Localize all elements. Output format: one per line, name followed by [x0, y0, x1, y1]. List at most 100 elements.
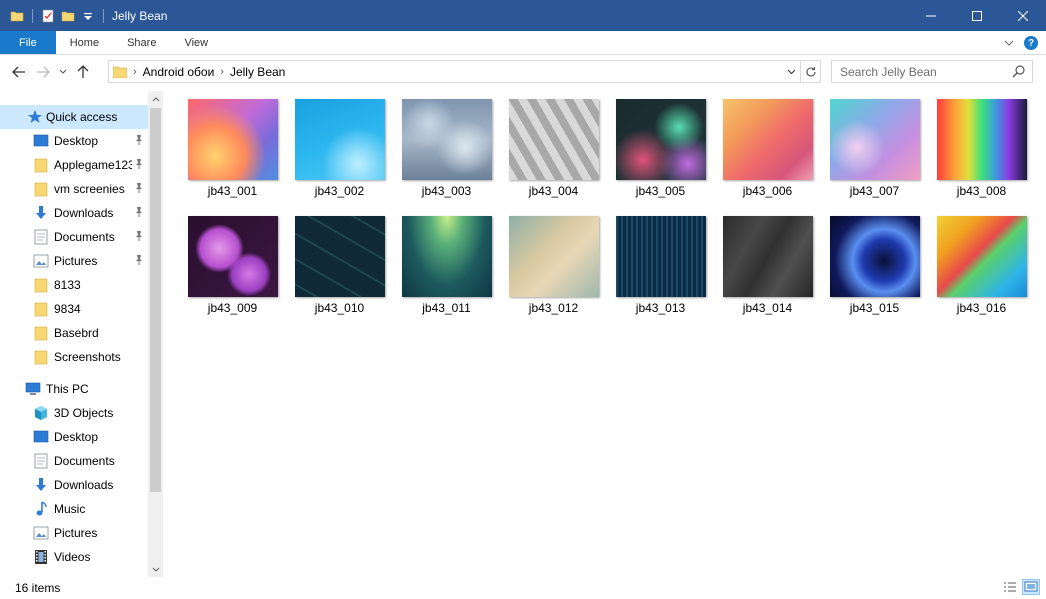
sidebar-item-8133[interactable]: 8133: [0, 273, 148, 297]
sidebar-item-pc-downloads[interactable]: Downloads: [0, 473, 148, 497]
tab-file[interactable]: File: [0, 31, 56, 54]
sidebar-item-label: Desktop: [54, 134, 99, 148]
image-thumbnail[interactable]: [402, 216, 492, 297]
address-history-button[interactable]: [782, 61, 800, 82]
up-button[interactable]: [72, 61, 94, 83]
breadcrumb-separator[interactable]: ›: [220, 66, 224, 78]
file-item[interactable]: jb43_010: [286, 208, 393, 322]
sidebar-item-pc-desktop[interactable]: Desktop: [0, 425, 148, 449]
image-thumbnail[interactable]: [937, 99, 1027, 180]
breadcrumb-android[interactable]: Android обои: [143, 65, 215, 79]
sidebar-item-label: This PC: [46, 382, 89, 396]
file-item[interactable]: jb43_008: [928, 91, 1035, 205]
image-thumbnail[interactable]: [295, 99, 385, 180]
breadcrumb-jelly-bean[interactable]: Jelly Bean: [230, 65, 285, 79]
sidebar-item-desktop[interactable]: Desktop: [0, 129, 148, 153]
tab-view[interactable]: View: [170, 31, 222, 54]
sidebar-item-label: Quick access: [46, 110, 118, 124]
file-item[interactable]: jb43_009: [179, 208, 286, 322]
tab-home[interactable]: Home: [56, 31, 113, 54]
image-thumbnail[interactable]: [509, 216, 599, 297]
file-name: jb43_001: [207, 184, 258, 198]
sidebar-item-9834[interactable]: 9834: [0, 297, 148, 321]
sidebar-item-downloads[interactable]: Downloads: [0, 201, 148, 225]
sidebar-item-pc-3d-objects[interactable]: 3D Objects: [0, 401, 148, 425]
scroll-down-button[interactable]: [148, 561, 163, 577]
file-item[interactable]: jb43_015: [821, 208, 928, 322]
file-item[interactable]: jb43_016: [928, 208, 1035, 322]
customize-toolbar-icon[interactable]: [81, 9, 95, 23]
maximize-button[interactable]: [954, 0, 1000, 31]
image-thumbnail[interactable]: [830, 216, 920, 297]
image-thumbnail[interactable]: [188, 99, 278, 180]
sidebar-item-label: Documents: [54, 230, 115, 244]
large-icons-view-button[interactable]: [1022, 579, 1040, 595]
scroll-thumb[interactable]: [150, 108, 161, 492]
sidebar-item-pc-videos[interactable]: Videos: [0, 545, 148, 569]
close-button[interactable]: [1000, 0, 1046, 31]
documents-icon: [33, 229, 49, 245]
sidebar-item-quick-access[interactable]: Quick access: [0, 105, 148, 129]
file-item[interactable]: jb43_013: [607, 208, 714, 322]
image-thumbnail[interactable]: [937, 216, 1027, 297]
file-item[interactable]: jb43_005: [607, 91, 714, 205]
minimize-button[interactable]: [908, 0, 954, 31]
sidebar-item-basebrd[interactable]: Basebrd: [0, 321, 148, 345]
sidebar-item-documents[interactable]: Documents: [0, 225, 148, 249]
image-thumbnail[interactable]: [402, 99, 492, 180]
refresh-button[interactable]: [800, 61, 820, 82]
sidebar-item-pc-documents[interactable]: Documents: [0, 449, 148, 473]
file-name: jb43_004: [528, 184, 579, 198]
file-item[interactable]: jb43_011: [393, 208, 500, 322]
file-item[interactable]: jb43_004: [500, 91, 607, 205]
expand-ribbon-icon[interactable]: [1004, 36, 1014, 50]
star-icon: [28, 110, 42, 123]
file-item[interactable]: jb43_006: [714, 91, 821, 205]
scroll-up-button[interactable]: [148, 91, 163, 107]
folder-icon[interactable]: [10, 9, 24, 23]
sidebar-item-label: Basebrd: [54, 326, 99, 340]
minimize-icon: [926, 15, 936, 16]
file-item[interactable]: jb43_002: [286, 91, 393, 205]
properties-icon[interactable]: [41, 9, 55, 23]
sidebar-item-pc-pictures[interactable]: Pictures: [0, 521, 148, 545]
close-icon: [1018, 10, 1028, 21]
breadcrumb-separator[interactable]: ›: [133, 66, 137, 78]
address-bar[interactable]: › Android обои › Jelly Bean: [108, 60, 821, 83]
file-list: jb43_001 jb43_002 jb43_003 jb43_004 jb43_005…: [163, 91, 1046, 577]
folder-icon: [33, 325, 49, 341]
image-thumbnail[interactable]: [616, 99, 706, 180]
file-item[interactable]: jb43_001: [179, 91, 286, 205]
image-thumbnail[interactable]: [830, 99, 920, 180]
help-icon[interactable]: ?: [1024, 36, 1038, 50]
image-thumbnail[interactable]: [616, 216, 706, 297]
recent-locations-button[interactable]: [56, 61, 70, 83]
sidebar-item-this-pc[interactable]: This PC: [0, 377, 148, 401]
details-view-button[interactable]: [1001, 579, 1019, 595]
file-name: jb43_011: [422, 301, 471, 315]
toolbar-separator: [32, 8, 33, 23]
image-thumbnail[interactable]: [295, 216, 385, 297]
sidebar-item-pc-music[interactable]: Music: [0, 497, 148, 521]
file-item[interactable]: jb43_003: [393, 91, 500, 205]
sidebar-item-applegame123[interactable]: Applegame123: [0, 153, 148, 177]
back-button[interactable]: [8, 61, 30, 83]
file-item[interactable]: jb43_014: [714, 208, 821, 322]
navigation-scrollbar[interactable]: [148, 91, 163, 577]
image-thumbnail[interactable]: [723, 99, 813, 180]
sidebar-item-vm-screenies[interactable]: vm screenies: [0, 177, 148, 201]
search-icon[interactable]: [1012, 64, 1026, 78]
image-thumbnail[interactable]: [723, 216, 813, 297]
file-name: jb43_002: [314, 184, 365, 198]
image-thumbnail[interactable]: [188, 216, 278, 297]
forward-button[interactable]: [32, 61, 54, 83]
tab-share[interactable]: Share: [113, 31, 170, 54]
new-folder-icon[interactable]: [61, 9, 75, 23]
file-item[interactable]: jb43_012: [500, 208, 607, 322]
file-item[interactable]: jb43_007: [821, 91, 928, 205]
sidebar-item-pictures[interactable]: Pictures: [0, 249, 148, 273]
sidebar-item-screenshots[interactable]: Screenshots: [0, 345, 148, 369]
window-title: Jelly Bean: [112, 8, 168, 23]
image-thumbnail[interactable]: [509, 99, 599, 180]
search-input[interactable]: Search Jelly Bean: [831, 60, 1033, 83]
